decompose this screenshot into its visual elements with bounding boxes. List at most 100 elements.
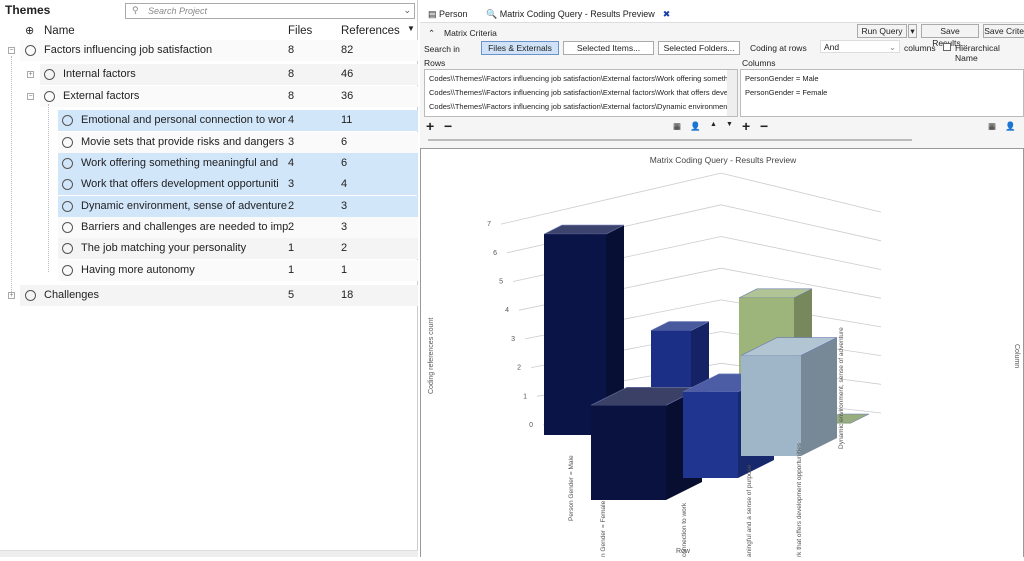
search-placeholder: Search Project bbox=[148, 6, 208, 16]
column-item[interactable]: PersonGender = Male bbox=[745, 74, 819, 83]
tree-row[interactable]: Work that offers development opportuniti… bbox=[0, 174, 418, 195]
files-externals-button[interactable]: Files & Externals bbox=[481, 41, 559, 55]
y-tick-label: 4 bbox=[505, 307, 509, 314]
tab-person[interactable]: ▤ Person bbox=[428, 6, 468, 22]
tab-results-preview[interactable]: 🔍 Matrix Coding Query - Results Preview ✖ bbox=[480, 6, 677, 22]
selected-folders-button[interactable]: Selected Folders... bbox=[658, 41, 740, 55]
search-in-label: Search in bbox=[424, 44, 460, 54]
save-results-button[interactable]: Save Results... bbox=[921, 24, 979, 48]
row-item[interactable]: Codes\\Themes\\Factors influencing job s… bbox=[429, 102, 729, 111]
add-row-icon[interactable]: + bbox=[426, 118, 434, 134]
horizontal-scrollbar[interactable] bbox=[0, 550, 418, 557]
node-circle-icon bbox=[25, 45, 36, 56]
y-axis-label: Coding references count bbox=[428, 318, 435, 394]
search-icon: ⚲ bbox=[132, 5, 139, 15]
move-up-icon[interactable]: ▲ bbox=[710, 121, 717, 128]
node-name: Emotional and personal connection to wor bbox=[81, 114, 286, 126]
x-tick-label: aningful and a sense of purpose bbox=[746, 464, 753, 557]
node-references: 3 bbox=[341, 221, 348, 233]
panel-title: Themes bbox=[5, 3, 51, 17]
node-references: 18 bbox=[341, 289, 354, 301]
run-query-dropdown[interactable]: ▾ bbox=[908, 24, 917, 38]
sort-arrow-icon[interactable]: ▼ bbox=[407, 24, 415, 33]
bar-side bbox=[801, 337, 837, 456]
node-name: Factors influencing job satisfaction bbox=[44, 44, 213, 56]
operator-select[interactable]: And ⌄ bbox=[820, 40, 900, 53]
search-project-input[interactable]: ⚲ Search Project ⌄ bbox=[125, 3, 415, 19]
person-icon[interactable]: 👤 bbox=[690, 121, 701, 132]
grid-icon[interactable]: ▦ bbox=[988, 121, 996, 132]
tree-row[interactable]: Having more autonomy 1 1 bbox=[0, 260, 418, 281]
node-references: 11 bbox=[341, 114, 353, 126]
node-references: 2 bbox=[341, 242, 348, 254]
grid-icon[interactable]: ▦ bbox=[673, 121, 681, 132]
node-files: 5 bbox=[288, 289, 295, 301]
gridline bbox=[500, 172, 882, 225]
add-column-icon[interactable]: + bbox=[742, 118, 750, 134]
remove-column-icon[interactable]: − bbox=[760, 118, 768, 134]
move-down-icon[interactable]: ▼ bbox=[726, 121, 733, 128]
column-header: ⊕ Name Files References ▼ bbox=[0, 22, 418, 40]
y-tick-label: 0 bbox=[529, 422, 533, 429]
tree-row[interactable]: Emotional and personal connection to wor… bbox=[0, 110, 418, 131]
y-tick-label: 5 bbox=[499, 279, 503, 286]
person-icon[interactable]: 👤 bbox=[1005, 121, 1016, 132]
rows-scrollbar[interactable] bbox=[727, 70, 737, 116]
close-tab-icon[interactable]: ✖ bbox=[663, 9, 671, 19]
node-files: 1 bbox=[288, 242, 295, 254]
chart-title: Matrix Coding Query - Results Preview bbox=[650, 155, 797, 165]
tree-row[interactable]: The job matching your personality 1 2 bbox=[0, 238, 418, 259]
tree-row[interactable]: Barriers and challenges are needed to im… bbox=[0, 217, 418, 238]
node-circle-icon bbox=[62, 179, 73, 190]
expander-minus-icon[interactable]: − bbox=[8, 47, 15, 54]
node-name: External factors bbox=[63, 90, 140, 102]
selected-items-button[interactable]: Selected Items... bbox=[563, 41, 654, 55]
node-files: 8 bbox=[288, 68, 295, 80]
tree-row[interactable]: − External factors 8 36 bbox=[0, 86, 418, 107]
node-name: Challenges bbox=[44, 289, 100, 301]
header-name[interactable]: Name bbox=[44, 25, 75, 37]
tree-row[interactable]: Dynamic environment, sense of adventure 2… bbox=[0, 196, 418, 217]
run-query-button[interactable]: Run Query bbox=[857, 24, 907, 38]
node-circle-icon bbox=[62, 265, 73, 276]
node-name: Dynamic environment, sense of adventure bbox=[81, 200, 288, 212]
node-files: 2 bbox=[288, 221, 295, 233]
add-circle-icon[interactable]: ⊕ bbox=[25, 24, 34, 37]
y-tick-label: 3 bbox=[511, 336, 515, 343]
splitter[interactable] bbox=[428, 139, 912, 141]
node-name: The job matching your personality bbox=[81, 242, 247, 254]
row-item[interactable]: Codes\\Themes\\Factors influencing job s… bbox=[429, 74, 729, 83]
node-files: 4 bbox=[288, 157, 295, 169]
tree-row[interactable]: + Challenges 5 18 bbox=[0, 285, 418, 306]
node-references: 4 bbox=[341, 178, 348, 190]
node-references: 3 bbox=[341, 200, 348, 212]
row-item[interactable]: Codes\\Themes\\Factors influencing job s… bbox=[429, 88, 729, 97]
z-axis-label: Column bbox=[1013, 344, 1020, 368]
columns-header-label: Columns bbox=[742, 58, 776, 68]
y-tick-label: 7 bbox=[487, 221, 491, 228]
bar bbox=[591, 405, 666, 500]
tree-row[interactable]: − Factors influencing job satisfaction 8 82 bbox=[0, 40, 418, 61]
node-name: Work that offers development opportuniti bbox=[81, 178, 279, 190]
tree-row[interactable]: + Internal factors 8 46 bbox=[0, 64, 418, 85]
y-tick-label: 2 bbox=[517, 365, 521, 372]
rows-list[interactable]: Codes\\Themes\\Factors influencing job s… bbox=[424, 69, 738, 117]
chevron-down-icon[interactable]: ⌄ bbox=[403, 5, 411, 16]
node-name: Barriers and challenges are needed to im… bbox=[81, 221, 289, 233]
hierarchical-name-checkbox[interactable] bbox=[943, 43, 951, 51]
tree-row[interactable]: Work offering something meaningful and 4 6 bbox=[0, 153, 418, 174]
save-criteria-button[interactable]: Save Criter bbox=[983, 24, 1024, 38]
columns-list[interactable]: PersonGender = Male PersonGender = Femal… bbox=[740, 69, 1024, 117]
column-item[interactable]: PersonGender = Female bbox=[745, 88, 827, 97]
tree-row[interactable]: Movie sets that provide risks and danger… bbox=[0, 132, 418, 153]
header-references[interactable]: References bbox=[341, 25, 400, 37]
remove-row-icon[interactable]: − bbox=[444, 118, 452, 134]
expander-plus-icon[interactable]: + bbox=[27, 71, 34, 78]
expander-minus-icon[interactable]: − bbox=[27, 93, 34, 100]
collapse-icon[interactable]: ⌃ bbox=[428, 28, 435, 39]
node-files: 8 bbox=[288, 90, 295, 102]
x-tick-label: Dynamic environment, sense of adventure bbox=[838, 327, 845, 449]
node-files: 3 bbox=[288, 136, 295, 148]
y-tick-label: 1 bbox=[523, 393, 527, 400]
header-files[interactable]: Files bbox=[288, 25, 312, 37]
